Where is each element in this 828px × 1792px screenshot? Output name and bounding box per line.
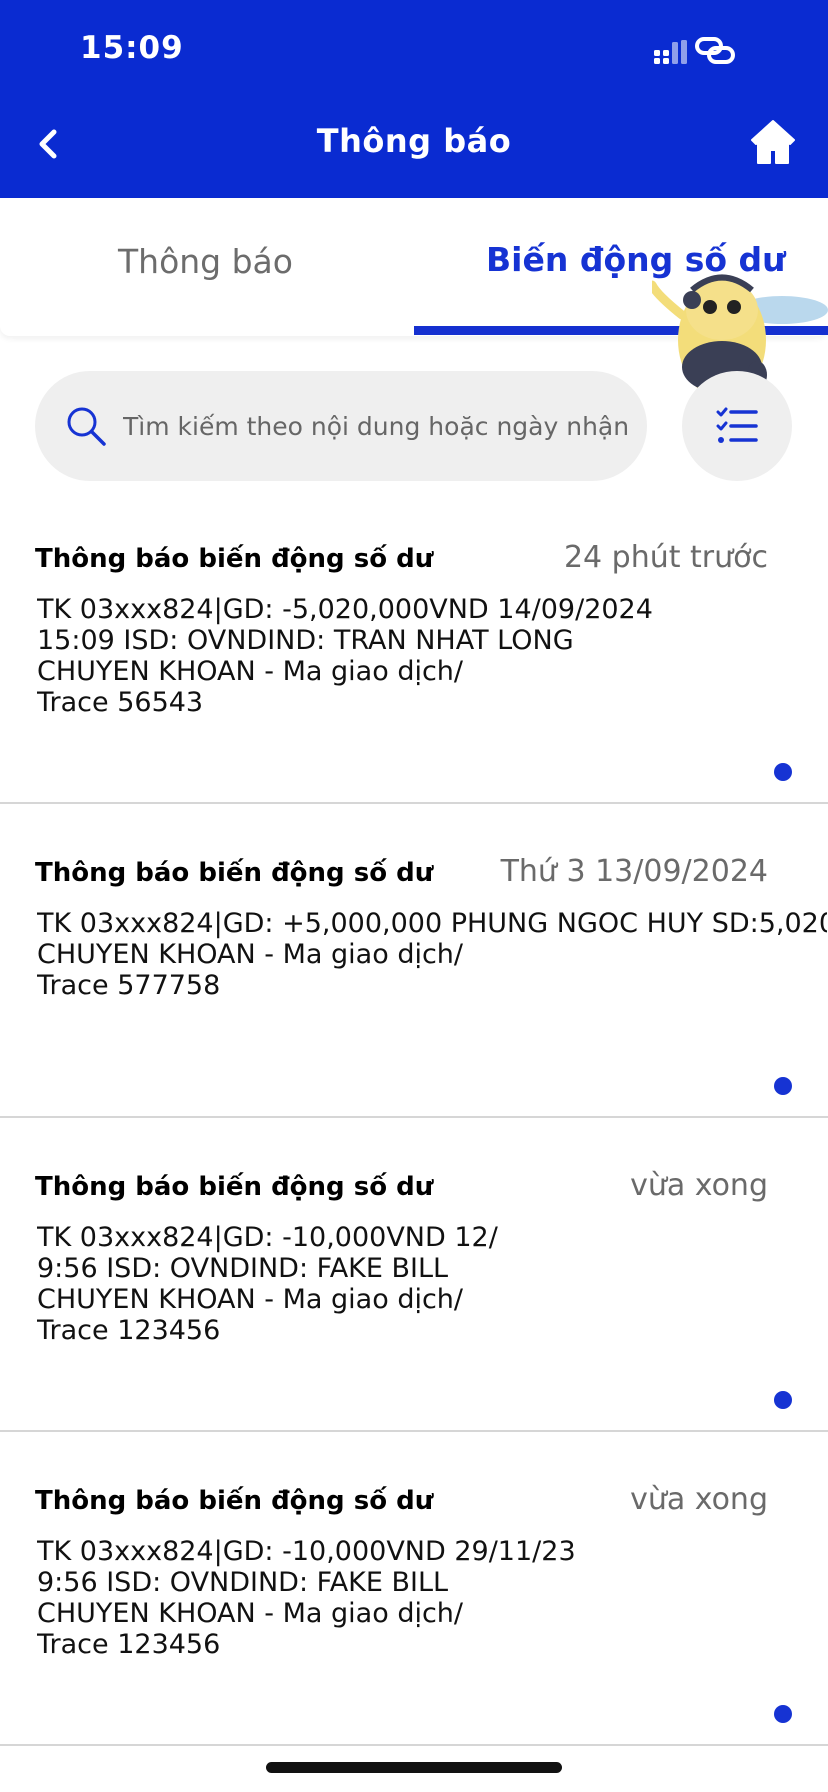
unread-indicator (774, 1077, 792, 1095)
notification-line: Trace 123456 (37, 1629, 221, 1660)
notification-line: 15:09 ISD: OVNDIND: TRAN NHAT LONG (37, 625, 574, 656)
filter-list-icon (716, 407, 758, 443)
app-header: 15:09 Thông báo (0, 0, 828, 198)
unread-indicator (774, 1705, 792, 1723)
notifications-screen: 15:09 Thông báo Thông báo Biến động số d… (0, 0, 828, 1792)
notification-time: 24 phút trước (563, 540, 768, 575)
notification-item[interactable]: Thông báo biến động số dư vừa xong TK 03… (0, 1432, 828, 1746)
status-time: 15:09 (80, 30, 184, 66)
notification-line: Trace 577758 (37, 970, 221, 1001)
notification-title: Thông báo biến động số dư (35, 858, 434, 888)
notification-list: Thông báo biến động số dư 24 phút trước … (0, 490, 828, 1746)
notification-body: TK 03xxx824|GD: +5,000,000 PHUNG NGOC HU… (37, 908, 827, 1001)
notification-line: Trace 123456 (37, 1315, 221, 1346)
notification-title: Thông báo biến động số dư (35, 544, 434, 574)
notification-title: Thông báo biến động số dư (35, 1172, 434, 1202)
notification-item[interactable]: Thông báo biến động số dư Thứ 3 13/09/20… (0, 804, 828, 1118)
signal-icon (654, 40, 687, 64)
search-input[interactable] (123, 399, 633, 453)
notification-line: 9:56 ISD: OVNDIND: FAKE BILL (37, 1567, 449, 1598)
notification-time: vừa xong (630, 1168, 768, 1203)
unread-indicator (774, 763, 792, 781)
tab-thong-bao[interactable]: Thông báo (118, 242, 293, 281)
unread-indicator (774, 1391, 792, 1409)
notification-body: TK 03xxx824|GD: -10,000VND 29/11/23 9:56… (37, 1536, 827, 1660)
home-icon (751, 120, 795, 164)
notification-line: CHUYEN KHOAN - Ma giao dịch/ (37, 656, 464, 687)
notification-time: vừa xong (630, 1482, 768, 1517)
notification-line: TK 03xxx824|GD: -5,020,000VND 14/09/2024 (37, 594, 653, 625)
search-icon (67, 407, 106, 446)
notification-line: CHUYEN KHOAN - Ma giao dịch/ (37, 1284, 464, 1315)
notification-line: 9:56 ISD: OVNDIND: FAKE BILL (37, 1253, 449, 1284)
page-title: Thông báo (316, 122, 512, 160)
notification-line: TK 03xxx824|GD: +5,000,000 PHUNG NGOC HU… (37, 908, 827, 939)
notification-line: CHUYEN KHOAN - Ma giao dịch/ (37, 1598, 464, 1629)
notification-item[interactable]: Thông báo biến động số dư vừa xong TK 03… (0, 1118, 828, 1432)
home-indicator[interactable] (266, 1762, 562, 1773)
home-button[interactable] (750, 118, 796, 166)
notification-line: Trace 56543 (37, 687, 204, 718)
notification-time: Thứ 3 13/09/2024 (500, 854, 768, 889)
notification-item[interactable]: Thông báo biến động số dư 24 phút trước … (0, 490, 828, 804)
link-icon (695, 37, 735, 64)
notification-body: TK 03xxx824|GD: -5,020,000VND 14/09/2024… (37, 594, 827, 718)
notification-line: CHUYEN KHOAN - Ma giao dịch/ (37, 939, 464, 970)
notification-body: TK 03xxx824|GD: -10,000VND 12/ 9:56 ISD:… (37, 1222, 827, 1346)
search-bar[interactable] (35, 371, 647, 481)
notification-line: TK 03xxx824|GD: -10,000VND 29/11/23 (37, 1536, 576, 1567)
notification-line: TK 03xxx824|GD: -10,000VND 12/ (37, 1222, 498, 1253)
filter-button[interactable] (682, 371, 792, 481)
notification-title: Thông báo biến động số dư (35, 1486, 434, 1516)
